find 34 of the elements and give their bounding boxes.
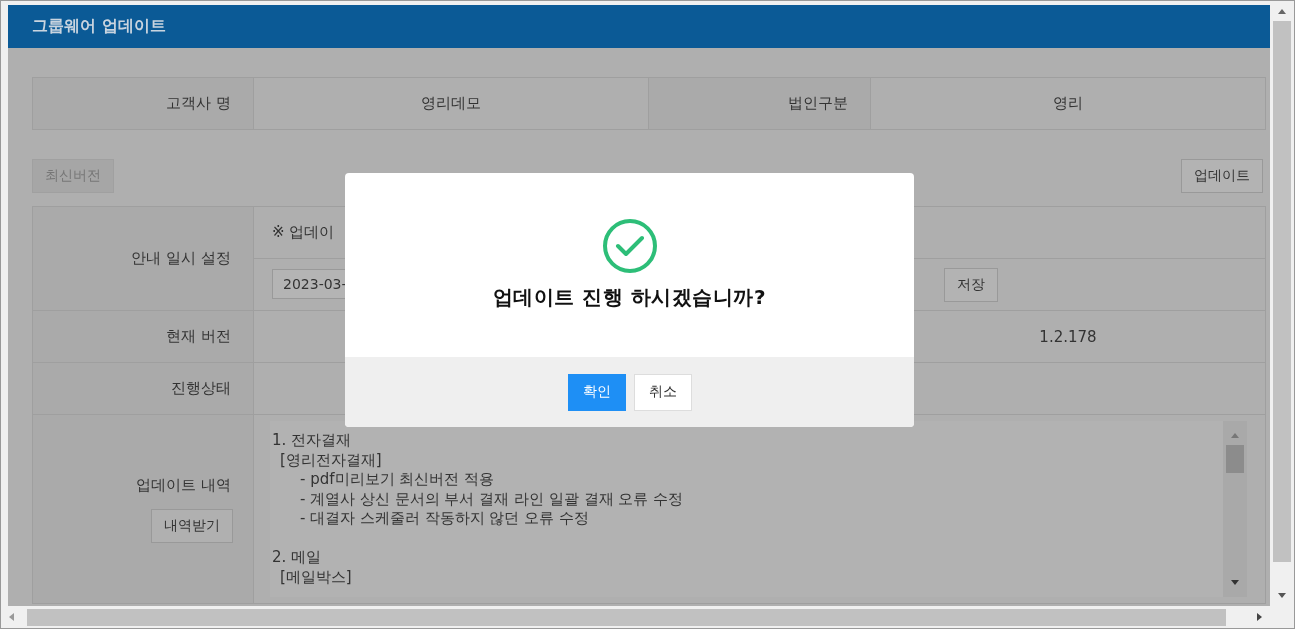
row-label: 안내 일시 설정 bbox=[32, 206, 254, 311]
scroll-right-icon[interactable] bbox=[1256, 612, 1264, 622]
field-value: 영리데모 bbox=[253, 77, 649, 130]
row-label: 진행상태 bbox=[32, 362, 254, 415]
update-notes-area[interactable]: 1. 전자결재 [영리전자결재] - pdf미리보기 최신버전 적용 - 계열사 상신 문서의 부서 결재 라인 일괄 결재 오류 수정 - 대결자 스케줄러 작동하지 않던 오류 수정 2. 메일 [메일박스] bbox=[270, 421, 1247, 597]
notice-text: ※ 업데이 bbox=[272, 223, 335, 241]
scroll-left-icon[interactable] bbox=[7, 612, 15, 622]
notes-scrollbar[interactable] bbox=[1223, 421, 1247, 597]
field-label: 법인구분 bbox=[648, 77, 871, 130]
download-history-button[interactable]: 내역받기 bbox=[151, 508, 233, 543]
notes-line: - pdf미리보기 최신버전 적용 bbox=[299, 470, 496, 490]
notes-line: - 대결자 스케줄러 작동하지 않던 오류 수정 bbox=[299, 509, 591, 529]
row-label: 업데이트 내역 bbox=[136, 475, 231, 495]
cancel-button[interactable]: 취소 bbox=[633, 373, 692, 411]
window-title: 그룹웨어 업데이트 bbox=[32, 16, 166, 37]
update-button[interactable]: 업데이트 bbox=[1181, 159, 1263, 193]
save-button[interactable]: 저장 bbox=[944, 267, 998, 302]
field-label: 고객사 명 bbox=[32, 77, 254, 130]
notes-line: [영리전자결재] bbox=[279, 450, 383, 470]
notes-line: - 계열사 상신 문서의 부서 결재 라인 일괄 결재 오류 수정 bbox=[299, 489, 685, 509]
notes-line: 2. 메일 bbox=[272, 548, 323, 568]
confirm-button[interactable]: 확인 bbox=[567, 373, 626, 411]
field-value: 영리 bbox=[870, 77, 1266, 130]
notes-line: [메일박스] bbox=[279, 567, 353, 587]
scroll-up-icon[interactable] bbox=[1277, 7, 1287, 15]
scroll-down-icon[interactable] bbox=[1230, 579, 1240, 587]
check-circle-icon bbox=[601, 218, 658, 274]
scrollbar-thumb[interactable] bbox=[1273, 21, 1291, 562]
dialog-message: 업데이트 진행 하시겠습니까? bbox=[493, 284, 766, 311]
notes-line: 1. 전자결재 bbox=[272, 431, 353, 451]
scroll-down-icon[interactable] bbox=[1277, 592, 1287, 600]
row-label: 현재 버전 bbox=[32, 310, 254, 363]
scrollbar-thumb[interactable] bbox=[1226, 445, 1244, 473]
scrollbar-thumb[interactable] bbox=[27, 608, 1226, 626]
